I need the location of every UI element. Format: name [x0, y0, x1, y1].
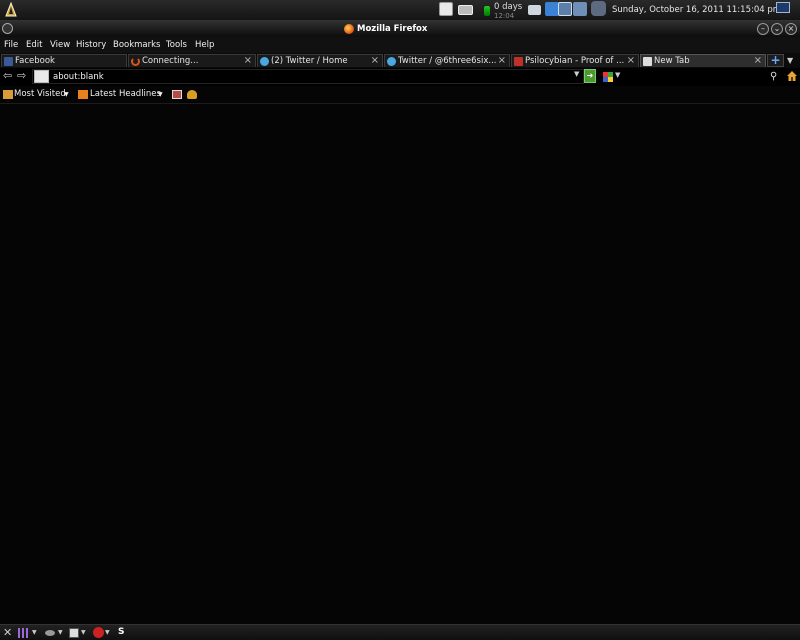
bookmark-most-visited[interactable]: Most Visited — [14, 89, 66, 99]
page-content[interactable] — [0, 103, 800, 624]
latest-headlines-dropdown-icon[interactable]: ▼ — [158, 91, 163, 98]
tab-label: Facebook — [15, 56, 55, 66]
abp-dropdown-icon[interactable]: ▼ — [105, 629, 110, 636]
close-icon[interactable]: ✕ — [3, 627, 12, 639]
tab-label: Connecting... — [142, 56, 199, 66]
usb-device-icon[interactable] — [439, 2, 453, 16]
tab-strip: Facebook Connecting... × (2) Twitter / H… — [0, 53, 800, 68]
show-desktop-icon[interactable] — [776, 2, 790, 13]
top-system-panel: 0 days 12:04 Sunday, October 16, 2011 11… — [0, 0, 800, 21]
maximize-icon[interactable]: ⌄ — [771, 23, 783, 35]
grid-dropdown-icon[interactable]: ▼ — [32, 629, 37, 636]
uptime-readout: 0 days 12:04 — [494, 3, 522, 21]
display-icon[interactable] — [573, 2, 587, 16]
eye-dropdown-icon[interactable]: ▼ — [58, 629, 63, 636]
tab-psilocybian[interactable]: Psilocybian - Proof of ... × — [511, 54, 639, 67]
tab-twitter-home[interactable]: (2) Twitter / Home × — [257, 54, 383, 67]
tab-new-tab[interactable]: New Tab × — [640, 54, 766, 67]
close-icon[interactable]: × — [244, 55, 252, 67]
mail-icon[interactable] — [458, 5, 473, 15]
most-visited-dropdown-icon[interactable]: ▼ — [64, 91, 69, 98]
menu-bar: File Edit View History Bookmarks Tools H… — [0, 37, 800, 53]
site-icon — [514, 57, 523, 66]
home-icon[interactable] — [787, 71, 797, 81]
menu-help[interactable]: Help — [195, 40, 214, 50]
battery-icon[interactable] — [591, 1, 606, 16]
uptime-time: 12:04 — [494, 12, 515, 20]
clock[interactable]: Sunday, October 16, 2011 11:15:04 pm — [612, 5, 781, 15]
rss-feed-icon — [78, 90, 88, 99]
s-label[interactable]: S — [118, 627, 124, 639]
window-titlebar[interactable]: Mozilla Firefox – ⌄ × — [0, 21, 800, 37]
loading-icon — [131, 57, 140, 66]
eye-icon[interactable] — [45, 630, 55, 636]
close-icon[interactable]: × — [785, 23, 797, 35]
tab-label: New Tab — [654, 56, 690, 66]
folder-icon — [3, 90, 13, 99]
grid-icon[interactable] — [18, 628, 28, 638]
back-button[interactable]: ⇦ — [3, 70, 12, 82]
firefox-icon — [344, 24, 354, 34]
tab-facebook[interactable]: Facebook — [1, 54, 127, 67]
minimize-icon[interactable]: – — [757, 23, 769, 35]
bookmarks-toolbar: Most Visited ▼ Latest Headlines ▼ — [0, 86, 800, 103]
menu-edit[interactable]: Edit — [26, 40, 42, 50]
twitter-icon — [260, 57, 269, 66]
menu-history[interactable]: History — [76, 40, 106, 50]
menu-file[interactable]: File — [4, 40, 18, 50]
tab-twitter-profile[interactable]: Twitter / @6three6six... × — [384, 54, 510, 67]
close-icon[interactable]: × — [754, 55, 762, 67]
cube-icon[interactable] — [545, 2, 559, 16]
menu-tools[interactable]: Tools — [166, 40, 187, 50]
url-text[interactable]: about:blank — [53, 72, 104, 82]
search-input[interactable] — [622, 69, 782, 84]
blank-page-icon — [643, 57, 652, 66]
drive-icon[interactable] — [528, 5, 541, 15]
menu-bookmarks[interactable]: Bookmarks — [113, 40, 161, 50]
facebook-icon — [4, 57, 13, 66]
tab-label: Psilocybian - Proof of ... — [525, 56, 625, 66]
close-icon[interactable]: × — [371, 55, 379, 67]
page-identity-icon[interactable] — [34, 70, 49, 83]
bookmark-latest-headlines[interactable]: Latest Headlines — [90, 89, 161, 99]
tab-label: (2) Twitter / Home — [271, 56, 348, 66]
status-bar: ✕ ▼ ▼ ▼ ▼ S — [0, 624, 800, 640]
window-title: Mozilla Firefox — [357, 24, 428, 34]
close-icon[interactable]: × — [627, 55, 635, 67]
abp-icon[interactable] — [93, 627, 104, 638]
menu-view[interactable]: View — [50, 40, 70, 50]
app-menu-icon[interactable] — [3, 2, 19, 19]
network-monitor-icon[interactable] — [558, 2, 572, 16]
window-menu-icon[interactable] — [2, 23, 13, 34]
tab-connecting[interactable]: Connecting... × — [128, 54, 256, 67]
twitter-icon — [387, 57, 396, 66]
go-button[interactable]: ➜ — [584, 69, 596, 83]
tab-label: Twitter / @6three6six... — [398, 56, 496, 66]
forward-button[interactable]: ⇨ — [17, 70, 26, 82]
google-icon[interactable] — [603, 72, 613, 82]
url-history-dropdown-icon[interactable]: ▼ — [574, 70, 579, 78]
bookmark-extension-icon[interactable] — [187, 90, 197, 99]
url-bar[interactable]: about:blank — [32, 69, 584, 84]
network-signal-icon[interactable] — [484, 6, 490, 16]
image-tool-icon[interactable] — [69, 628, 79, 638]
uptime-days: 0 days — [494, 2, 523, 12]
close-icon[interactable]: × — [498, 55, 506, 67]
search-engine-dropdown-icon[interactable]: ▼ — [615, 71, 620, 79]
image-tool-dropdown-icon[interactable]: ▼ — [81, 629, 86, 636]
search-icon[interactable]: ⚲ — [770, 71, 777, 82]
bookmark-site-icon[interactable] — [172, 90, 182, 99]
tab-list-dropdown-icon[interactable]: ▼ — [787, 56, 793, 65]
new-tab-button[interactable]: + — [767, 54, 784, 67]
